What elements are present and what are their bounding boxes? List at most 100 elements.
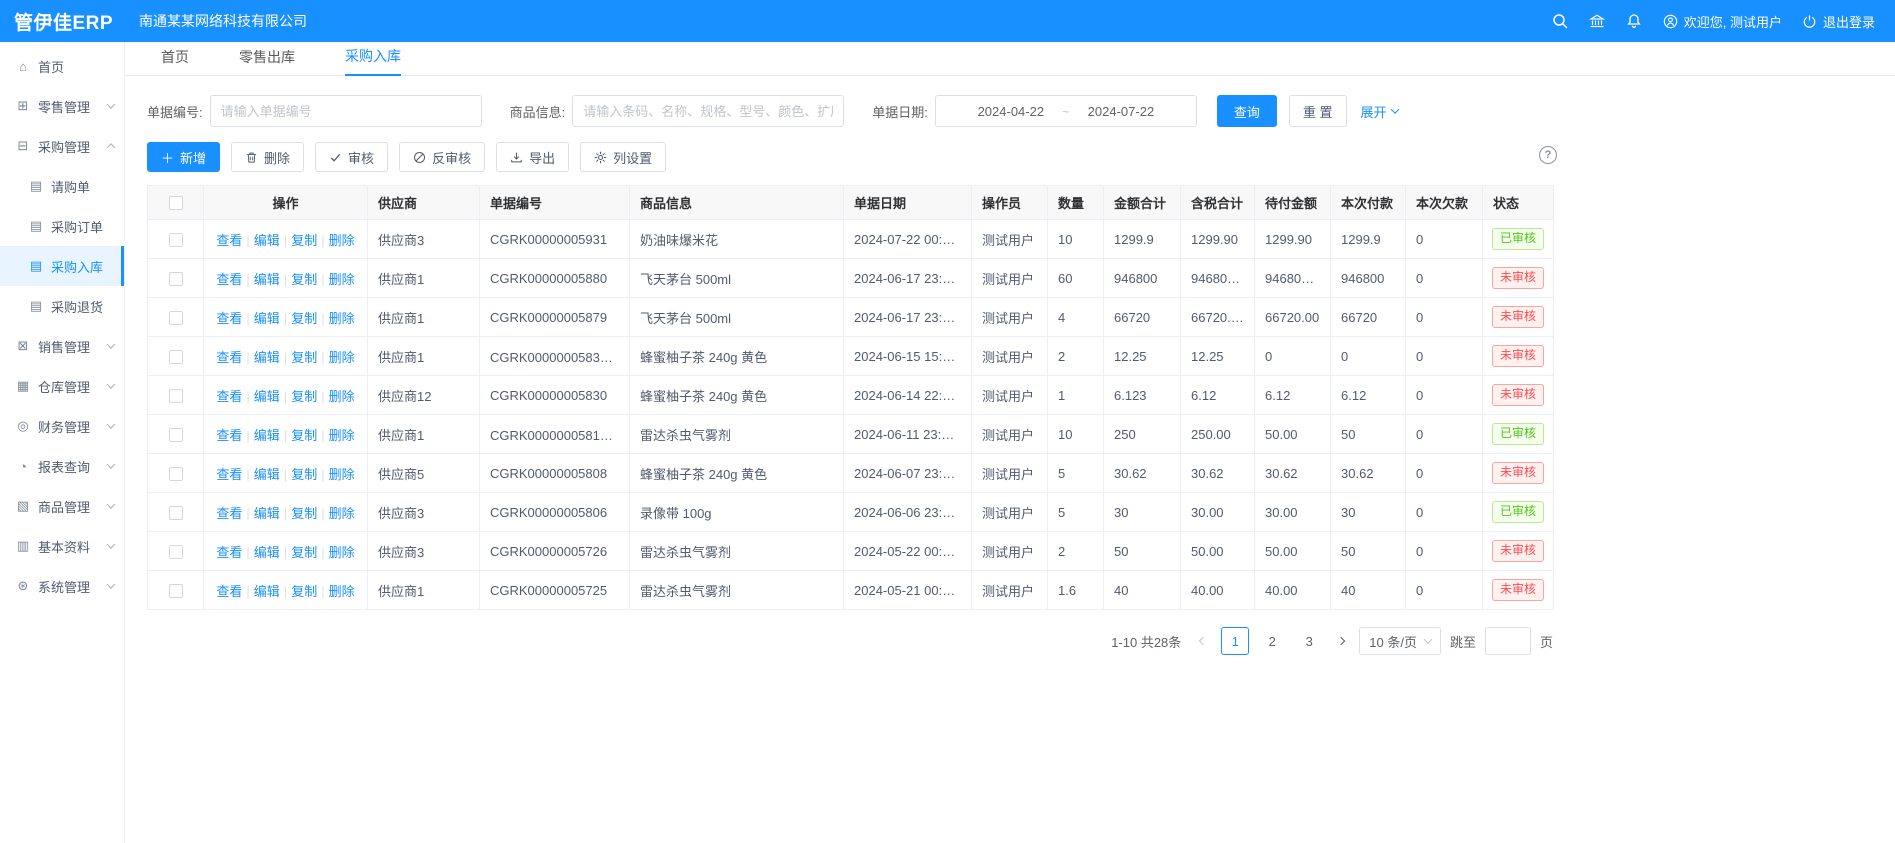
date-to-value[interactable]: 2024-07-22 xyxy=(1088,104,1155,119)
copy-link[interactable]: 复制 xyxy=(291,272,317,287)
sidebar-item-retail[interactable]: ⊞ 零售管理 xyxy=(0,86,124,126)
sidebar-item-basic-data[interactable]: ▥ 基本资料 xyxy=(0,526,124,566)
column-settings-button[interactable]: 列设置 xyxy=(580,142,666,172)
sidebar-item-purchase-inbound[interactable]: ▤ 采购入库 xyxy=(0,246,124,286)
audit-button[interactable]: 审核 xyxy=(315,142,388,172)
sidebar-item-system[interactable]: ⊛ 系统管理 xyxy=(0,566,124,606)
prev-page-button[interactable] xyxy=(1194,627,1212,655)
separator: | xyxy=(246,350,249,365)
view-link[interactable]: 查看 xyxy=(216,350,242,365)
row-checkbox[interactable] xyxy=(169,545,183,559)
view-link[interactable]: 查看 xyxy=(216,272,242,287)
view-link[interactable]: 查看 xyxy=(216,584,242,599)
edit-link[interactable]: 编辑 xyxy=(254,389,280,404)
edit-link[interactable]: 编辑 xyxy=(254,506,280,521)
row-checkbox[interactable] xyxy=(169,233,183,247)
tab-purchase-inbound[interactable]: 采购入库 xyxy=(345,46,401,76)
expand-toggle[interactable]: 展开 xyxy=(1361,102,1398,121)
chevron-down-icon xyxy=(1390,105,1398,113)
delete-link[interactable]: 删除 xyxy=(329,233,355,248)
sidebar-item-reports[interactable]: ◔ 报表查询 xyxy=(0,446,124,486)
copy-link[interactable]: 复制 xyxy=(291,467,317,482)
page-size-select[interactable]: 10 条/页 xyxy=(1359,627,1441,655)
sidebar-item-home[interactable]: ⌂ 首页 xyxy=(0,46,124,86)
delete-link[interactable]: 删除 xyxy=(329,428,355,443)
copy-link[interactable]: 复制 xyxy=(291,311,317,326)
reset-button[interactable]: 重 置 xyxy=(1289,95,1347,127)
edit-link[interactable]: 编辑 xyxy=(254,350,280,365)
delete-link[interactable]: 删除 xyxy=(329,389,355,404)
next-page-button[interactable] xyxy=(1332,627,1350,655)
view-link[interactable]: 查看 xyxy=(216,545,242,560)
copy-link[interactable]: 复制 xyxy=(291,350,317,365)
edit-link[interactable]: 编辑 xyxy=(254,584,280,599)
delete-button[interactable]: 删除 xyxy=(231,142,304,172)
logout-button[interactable]: 退出登录 xyxy=(1802,12,1875,31)
tab-home[interactable]: 首页 xyxy=(161,47,189,75)
sidebar-item-purchase-order[interactable]: ▤ 采购订单 xyxy=(0,206,124,246)
product-info-input[interactable] xyxy=(572,95,844,127)
row-checkbox[interactable] xyxy=(169,467,183,481)
select-all-checkbox[interactable] xyxy=(169,196,183,210)
edit-link[interactable]: 编辑 xyxy=(254,311,280,326)
row-checkbox[interactable] xyxy=(169,506,183,520)
sidebar-item-purchase-return[interactable]: ▤ 采购退货 xyxy=(0,286,124,326)
add-button[interactable]: ＋ 新增 xyxy=(147,142,220,172)
view-link[interactable]: 查看 xyxy=(216,389,242,404)
sidebar-item-purchase[interactable]: ⊟ 采购管理 xyxy=(0,126,124,166)
sidebar-item-products[interactable]: ▧ 商品管理 xyxy=(0,486,124,526)
view-link[interactable]: 查看 xyxy=(216,233,242,248)
delete-link[interactable]: 删除 xyxy=(329,506,355,521)
copy-link[interactable]: 复制 xyxy=(291,506,317,521)
welcome-user[interactable]: 欢迎您, 测试用户 xyxy=(1663,12,1782,31)
edit-link[interactable]: 编辑 xyxy=(254,467,280,482)
row-checkbox[interactable] xyxy=(169,584,183,598)
separator: | xyxy=(246,233,249,248)
copy-link[interactable]: 复制 xyxy=(291,545,317,560)
date-from-value[interactable]: 2024-04-22 xyxy=(978,104,1045,119)
delete-link[interactable]: 删除 xyxy=(329,311,355,326)
sidebar-item-finance[interactable]: ◎ 财务管理 xyxy=(0,406,124,446)
edit-link[interactable]: 编辑 xyxy=(254,272,280,287)
page-button-3[interactable]: 3 xyxy=(1295,627,1323,655)
sidebar-item-sales[interactable]: ⊠ 销售管理 xyxy=(0,326,124,366)
unaudit-button[interactable]: 反审核 xyxy=(399,142,485,172)
payable-cell: 50.00 xyxy=(1255,532,1331,571)
bill-no-input[interactable] xyxy=(210,95,482,127)
row-checkbox[interactable] xyxy=(169,350,183,364)
copy-link[interactable]: 复制 xyxy=(291,428,317,443)
row-checkbox[interactable] xyxy=(169,428,183,442)
sidebar-item-warehouse[interactable]: ▦ 仓库管理 xyxy=(0,366,124,406)
bell-icon[interactable] xyxy=(1626,13,1643,30)
page-button-2[interactable]: 2 xyxy=(1258,627,1286,655)
delete-link[interactable]: 删除 xyxy=(329,350,355,365)
bank-icon[interactable] xyxy=(1589,13,1606,30)
edit-link[interactable]: 编辑 xyxy=(254,545,280,560)
col-header-operator: 操作员 xyxy=(972,186,1048,220)
delete-link[interactable]: 删除 xyxy=(329,584,355,599)
delete-link[interactable]: 删除 xyxy=(329,467,355,482)
search-icon[interactable] xyxy=(1552,13,1569,30)
page-button-1[interactable]: 1 xyxy=(1221,627,1249,655)
view-link[interactable]: 查看 xyxy=(216,428,242,443)
date-range-picker[interactable]: 2024-04-22 ~ 2024-07-22 xyxy=(935,95,1197,127)
jump-page-input[interactable] xyxy=(1485,627,1531,655)
copy-link[interactable]: 复制 xyxy=(291,233,317,248)
export-button[interactable]: 导出 xyxy=(496,142,569,172)
search-button[interactable]: 查询 xyxy=(1217,95,1277,127)
row-checkbox[interactable] xyxy=(169,311,183,325)
sidebar-item-purchase-request[interactable]: ▤ 请购单 xyxy=(0,166,124,206)
view-link[interactable]: 查看 xyxy=(216,311,242,326)
edit-link[interactable]: 编辑 xyxy=(254,233,280,248)
view-link[interactable]: 查看 xyxy=(216,506,242,521)
view-link[interactable]: 查看 xyxy=(216,467,242,482)
copy-link[interactable]: 复制 xyxy=(291,584,317,599)
delete-link[interactable]: 删除 xyxy=(329,272,355,287)
row-checkbox[interactable] xyxy=(169,389,183,403)
tab-retail-outbound[interactable]: 零售出库 xyxy=(239,47,295,75)
row-checkbox[interactable] xyxy=(169,272,183,286)
help-icon[interactable]: ? xyxy=(1539,146,1557,164)
edit-link[interactable]: 编辑 xyxy=(254,428,280,443)
delete-link[interactable]: 删除 xyxy=(329,545,355,560)
copy-link[interactable]: 复制 xyxy=(291,389,317,404)
